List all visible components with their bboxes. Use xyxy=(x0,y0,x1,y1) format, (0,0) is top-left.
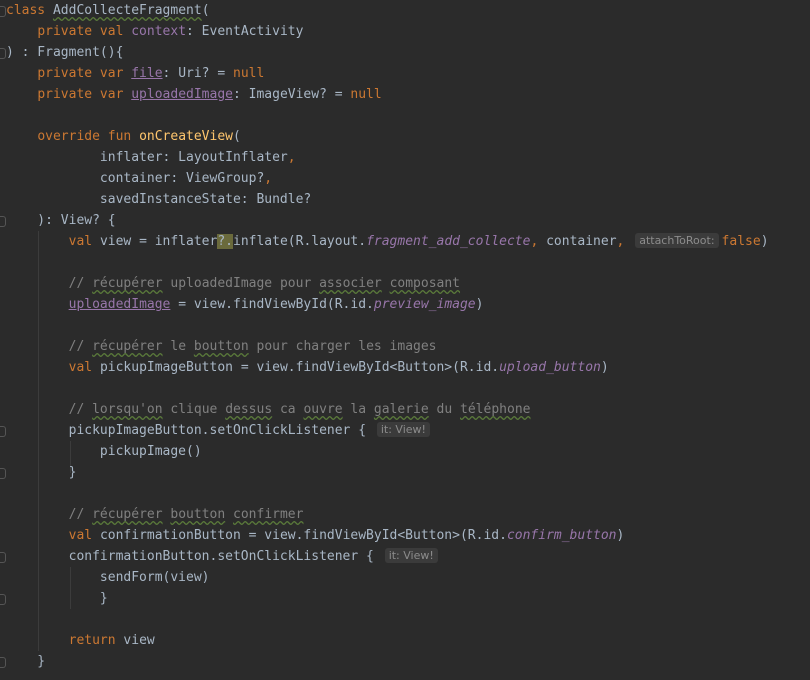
code-line[interactable]: uploadedImage = view.findViewById(R.id.p… xyxy=(6,294,484,315)
code-line[interactable]: private var uploadedImage: ImageView? = … xyxy=(6,84,381,105)
code-line[interactable]: val view = inflater?.inflate(R.layout.fr… xyxy=(6,231,769,252)
code-line[interactable]: } xyxy=(6,462,77,483)
code-line[interactable]: val confirmationButton = view.findViewBy… xyxy=(6,525,625,546)
code-line[interactable]: confirmationButton.setOnClickListener { … xyxy=(6,546,441,567)
code-line[interactable]: // récupérer boutton confirmer xyxy=(6,504,304,525)
code-line[interactable]: private var file: Uri? = null xyxy=(6,63,264,84)
code-line[interactable]: pickupImageButton.setOnClickListener { i… xyxy=(6,420,433,441)
code-line[interactable]: return view xyxy=(6,630,155,651)
code-line[interactable]: ): View? { xyxy=(6,210,115,231)
parameter-hint: attachToRoot: xyxy=(635,233,719,248)
code-line[interactable]: inflater: LayoutInflater, xyxy=(6,147,296,168)
code-line[interactable]: pickupImage() xyxy=(6,441,202,462)
code-line[interactable]: // récupérer uploadedImage pour associer… xyxy=(6,273,460,294)
code-line[interactable]: private val context: EventActivity xyxy=(6,21,303,42)
code-line[interactable]: sendForm(view) xyxy=(6,567,210,588)
code-line[interactable]: } xyxy=(6,588,108,609)
code-line[interactable]: class AddCollecteFragment( xyxy=(6,0,210,21)
code-line[interactable]: override fun onCreateView( xyxy=(6,126,241,147)
code-line[interactable]: val pickupImageButton = view.findViewByI… xyxy=(6,357,609,378)
lambda-hint: it: View! xyxy=(384,548,438,563)
code-line[interactable]: container: ViewGroup?, xyxy=(6,168,272,189)
code-line[interactable]: savedInstanceState: Bundle? xyxy=(6,189,311,210)
code-line[interactable]: ) : Fragment(){ xyxy=(6,42,123,63)
code-line[interactable]: // lorsqu'on clique dessus ca ouvre la g… xyxy=(6,399,531,420)
code-line[interactable]: // récupérer le boutton pour charger les… xyxy=(6,336,437,357)
lambda-hint: it: View! xyxy=(376,422,430,437)
code-editor[interactable]: class AddCollecteFragment( private val c… xyxy=(0,0,810,680)
code-line[interactable]: } xyxy=(6,651,45,672)
